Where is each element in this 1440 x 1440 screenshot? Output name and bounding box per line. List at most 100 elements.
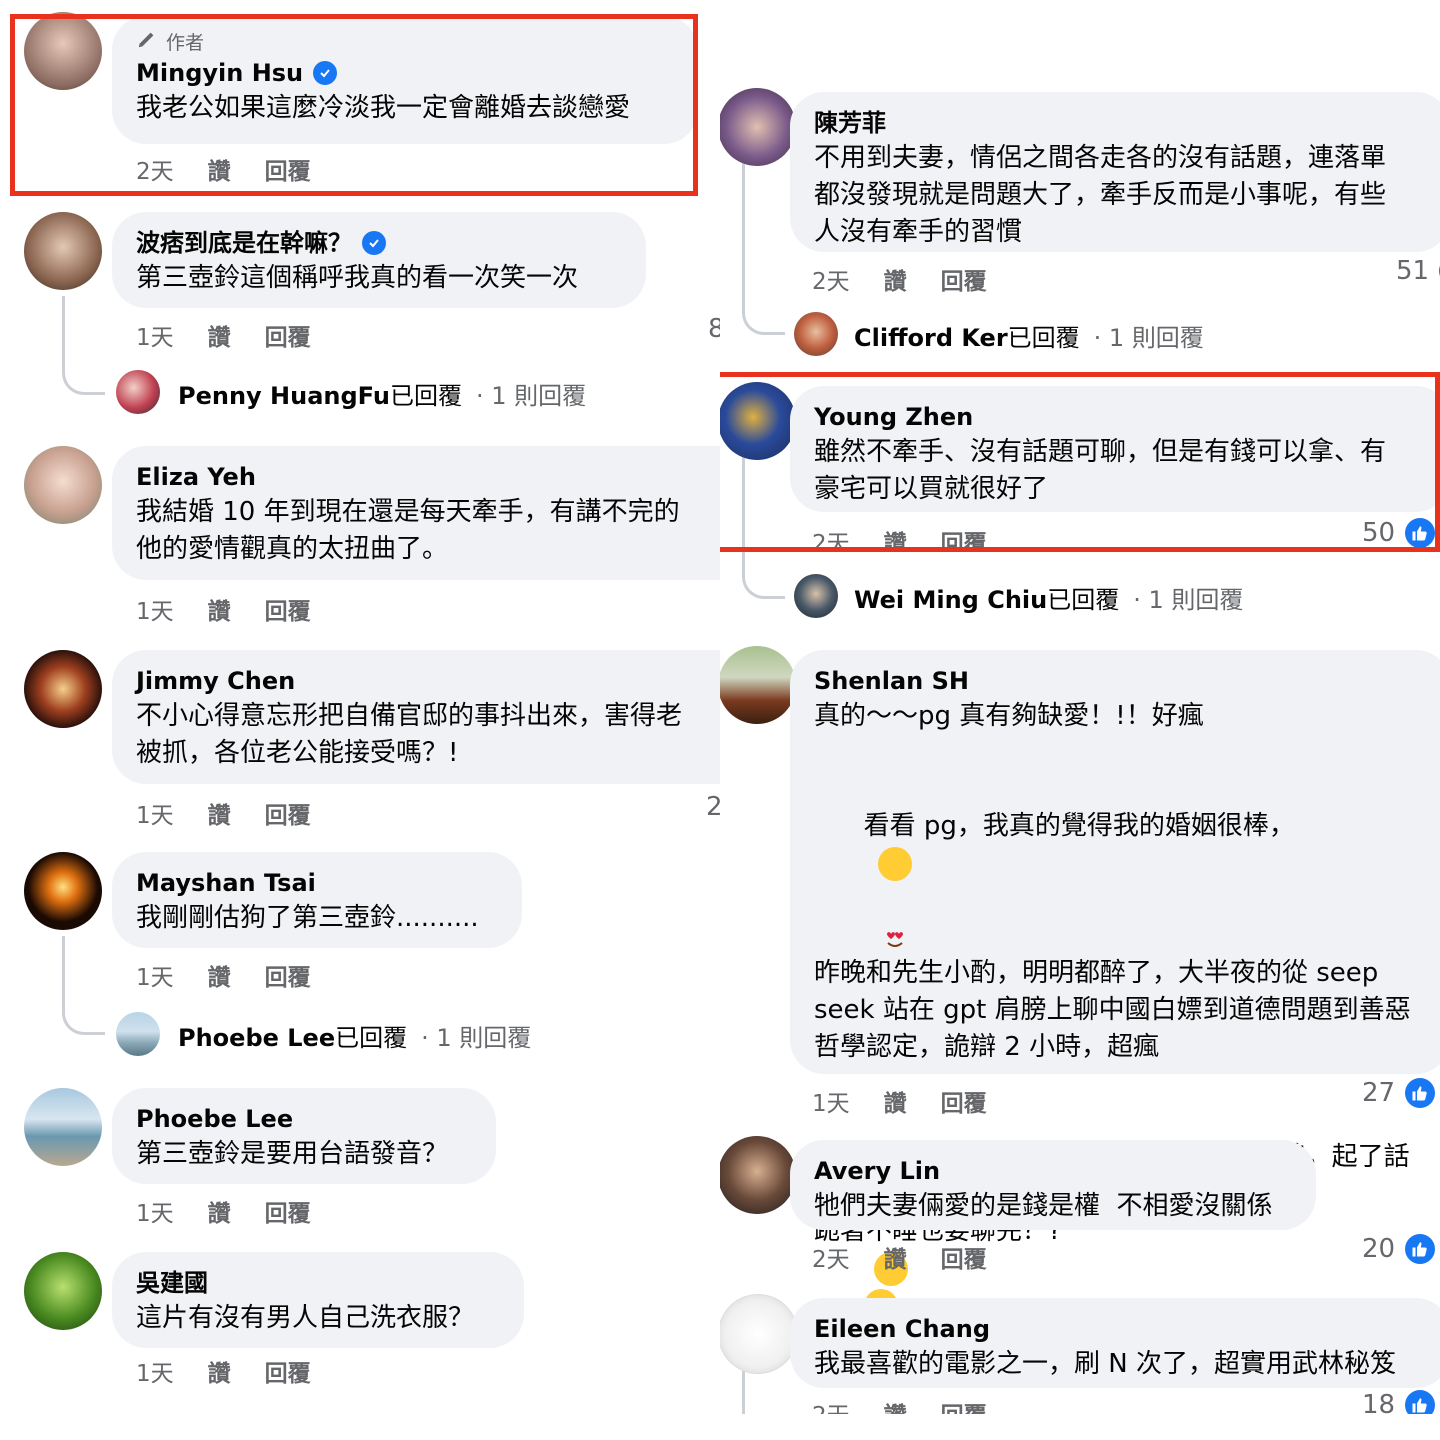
like-button[interactable]: 讚 (884, 1084, 907, 1118)
avatar[interactable] (720, 88, 796, 166)
comment-time[interactable]: 1天 (136, 318, 174, 352)
reply-button[interactable]: 回覆 (265, 1354, 311, 1388)
verified-badge-icon (362, 231, 386, 255)
heart-eyes-emoji-icon (877, 846, 912, 947)
avatar[interactable] (720, 1294, 798, 1374)
avatar[interactable] (116, 370, 160, 414)
author-name[interactable]: Mayshan Tsai (136, 866, 316, 900)
reaction-count[interactable]: 20 (1362, 1234, 1436, 1264)
reply-button[interactable]: 回覆 (941, 1396, 987, 1414)
avatar[interactable] (794, 574, 838, 618)
avatar[interactable] (24, 1088, 102, 1166)
reply-button[interactable]: 回覆 (265, 958, 311, 992)
reply-summary[interactable]: Wei Ming Chiu已回覆 · 1 則回覆 (854, 580, 1243, 615)
author-name[interactable]: Shenlan SH (814, 664, 969, 698)
comment-time[interactable]: 1天 (136, 796, 174, 830)
comment-text: 不小心得意忘形把自備官邸的事抖出來，害得老 被抓，各位老公能接受嗎？! (136, 701, 683, 768)
reply-button[interactable]: 回覆 (265, 1194, 311, 1228)
comment-text: 我剛剛估狗了第三壺鈴.......... (136, 903, 479, 933)
left-comment-panel: 作者 Mingyin Hsu 我老公如果這麼冷淡我一定會離婚去談戀愛 2天 讚 … (0, 0, 720, 1414)
replied-status: 已回覆 (1047, 586, 1120, 614)
avatar[interactable] (24, 852, 102, 930)
avatar[interactable] (24, 650, 102, 728)
author-name[interactable]: Avery Lin (814, 1154, 940, 1188)
author-name[interactable]: 波痞到底是在幹嘛？ (136, 226, 352, 260)
comment-author[interactable]: 波痞到底是在幹嘛？ (136, 226, 622, 260)
comment-author[interactable]: Jimmy Chen (136, 664, 720, 698)
comment-author[interactable]: Avery Lin (814, 1154, 1292, 1188)
comment-time[interactable]: 1天 (136, 592, 174, 626)
author-name[interactable]: Phoebe Lee (136, 1102, 293, 1136)
comment-actions: 1天 讚 回覆 (136, 1194, 311, 1228)
comment-author[interactable]: Eileen Chang (814, 1312, 1426, 1346)
comment-actions: 1天 讚 回覆 (136, 1354, 311, 1388)
comment-author[interactable]: Eliza Yeh (136, 460, 720, 494)
reply-button[interactable]: 回覆 (265, 592, 311, 626)
comment-text: 第三壺鈴這個稱呼我真的看一次笑一次 (136, 263, 579, 293)
replier-name[interactable]: Penny HuangFu (178, 382, 390, 410)
like-button[interactable]: 讚 (208, 1354, 231, 1388)
reply-summary[interactable]: Clifford Ker已回覆 · 1 則回覆 (854, 318, 1204, 353)
comment-author[interactable]: 吳建國 (136, 1266, 500, 1300)
author-name[interactable]: Jimmy Chen (136, 664, 295, 698)
reply-button[interactable]: 回覆 (941, 1084, 987, 1118)
like-button[interactable]: 讚 (208, 592, 231, 626)
comment-author[interactable]: 陳芳菲 (814, 106, 1426, 140)
author-name[interactable]: 陳芳菲 (814, 106, 886, 140)
highlight-box (10, 14, 698, 196)
reply-count[interactable]: · 1 則回覆 (421, 1018, 531, 1053)
comment-text: 第三壺鈴是要用台語發音？ (136, 1139, 449, 1169)
comment-bubble: 吳建國 這片有沒有男人自己洗衣服？ (112, 1252, 524, 1348)
avatar[interactable] (24, 1252, 102, 1330)
comment-text: 這片有沒有男人自己洗衣服？ (136, 1303, 475, 1333)
comment-author[interactable]: Mayshan Tsai (136, 866, 498, 900)
avatar[interactable] (24, 212, 102, 290)
author-name[interactable]: 吳建國 (136, 1266, 208, 1300)
author-name[interactable]: Eileen Chang (814, 1312, 990, 1346)
reply-button[interactable]: 回覆 (941, 1240, 987, 1274)
reply-count[interactable]: · 1 則回覆 (1133, 580, 1243, 615)
author-name[interactable]: Eliza Yeh (136, 460, 256, 494)
reply-count[interactable]: · 1 則回覆 (476, 376, 586, 411)
comment-actions: 1天 讚 回覆 (136, 796, 311, 830)
reply-button[interactable]: 回覆 (265, 318, 311, 352)
comment-time[interactable]: 1天 (812, 1084, 850, 1118)
comment-time[interactable]: 1天 (136, 1354, 174, 1388)
comment-time[interactable]: 1天 (136, 1194, 174, 1228)
comment-time[interactable]: 1天 (136, 958, 174, 992)
comment-time[interactable]: 2天 (812, 1240, 850, 1274)
reaction-count[interactable]: 27 (1362, 1078, 1436, 1108)
replier-name[interactable]: Clifford Ker (854, 324, 1008, 352)
comment-author[interactable]: Phoebe Lee (136, 1102, 472, 1136)
reply-button[interactable]: 回覆 (941, 262, 987, 296)
avatar[interactable] (720, 646, 796, 724)
avatar[interactable] (794, 312, 838, 356)
like-button[interactable]: 讚 (208, 1194, 231, 1228)
like-button[interactable]: 讚 (208, 796, 231, 830)
replied-status: 已回覆 (1007, 324, 1080, 352)
reply-button[interactable]: 回覆 (265, 796, 311, 830)
like-button[interactable]: 讚 (208, 318, 231, 352)
like-button[interactable]: 讚 (884, 1396, 907, 1414)
reaction-count[interactable]: 18 (1362, 1390, 1436, 1414)
like-button[interactable]: 讚 (884, 262, 907, 296)
reply-summary[interactable]: Phoebe Lee已回覆 · 1 則回覆 (178, 1018, 531, 1053)
comment-bubble: Avery Lin 牠們夫妻倆愛的是錢是權 不相愛沒關係 (790, 1140, 1316, 1230)
comment-text-line: 看看 pg，我真的覺得我的婚姻很棒， (814, 771, 1426, 947)
reply-summary[interactable]: Penny HuangFu已回覆 · 1 則回覆 (178, 376, 586, 411)
replier-name[interactable]: Phoebe Lee (178, 1024, 335, 1052)
comment-actions: 1天 讚 回覆 (812, 1084, 987, 1118)
reply-count[interactable]: · 1 則回覆 (1094, 318, 1204, 353)
reply-thread-line (742, 160, 785, 335)
comment-text: 真的～～pg 真有夠缺愛！!！好瘋 (814, 701, 1204, 731)
comment-author[interactable]: Shenlan SH (814, 664, 1426, 698)
avatar[interactable] (116, 1012, 160, 1056)
comment-time[interactable]: 2天 (812, 1396, 850, 1414)
like-button[interactable]: 讚 (884, 1240, 907, 1274)
like-button[interactable]: 讚 (208, 958, 231, 992)
avatar[interactable] (24, 446, 102, 524)
replier-name[interactable]: Wei Ming Chiu (854, 586, 1047, 614)
reaction-count[interactable]: 51 (1396, 256, 1440, 286)
comment-time[interactable]: 2天 (812, 262, 850, 296)
avatar[interactable] (720, 1136, 796, 1214)
